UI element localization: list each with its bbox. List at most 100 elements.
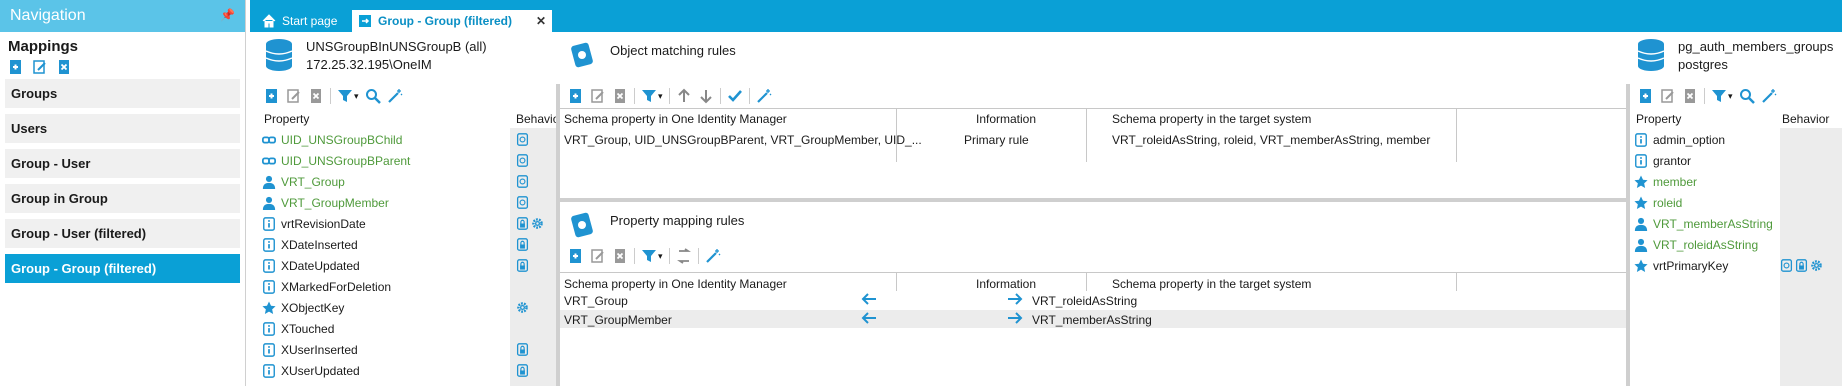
tab-current-label: Group - Group (filtered) — [378, 14, 512, 28]
left-property-row[interactable]: XTouched — [262, 318, 556, 339]
doc-icon — [516, 175, 529, 188]
add-icon[interactable] — [8, 59, 24, 75]
chevron-down-icon[interactable]: ▾ — [1728, 91, 1733, 102]
left-schema-server: 172.25.32.195\OneIM — [306, 57, 432, 72]
nav-item-groups[interactable]: Groups — [5, 79, 240, 108]
right-property-row[interactable]: VRT_memberAsString — [1634, 213, 1842, 234]
toolbar-separator — [330, 88, 331, 104]
magic-wand-icon[interactable] — [1761, 88, 1777, 104]
object-rule-row[interactable]: VRT_Group, UID_UNSGroupBParent, VRT_Grou… — [560, 129, 1626, 150]
chevron-down-icon[interactable]: ▾ — [658, 91, 663, 102]
object-col-info: Information — [976, 112, 1037, 126]
left-property-row[interactable]: vrtRevisionDate — [262, 213, 556, 234]
left-property-row[interactable]: XUserUpdated — [262, 360, 556, 381]
right-property-row[interactable]: vrtPrimaryKey — [1634, 255, 1842, 276]
property-name: XMarkedForDeletion — [281, 279, 392, 294]
arrow-right-icon — [1006, 291, 1024, 310]
property-col-info: Information — [976, 277, 1037, 291]
magic-wand-icon[interactable] — [756, 88, 772, 104]
gear-icon — [1811, 260, 1822, 271]
edit-icon[interactable] — [286, 88, 302, 104]
tab-group-group-filtered[interactable]: Group - Group (filtered) ✕ — [352, 10, 552, 32]
property-col-right: Schema property in the target system — [1112, 277, 1312, 291]
star-icon — [1634, 195, 1648, 209]
left-property-row[interactable]: UID_UNSGroupBChild — [262, 129, 556, 150]
star-icon — [1634, 174, 1648, 188]
navigation-header: Navigation 📌 — [0, 0, 245, 32]
left-property-row[interactable]: XMarkedForDeletion — [262, 276, 556, 297]
arrow-down-icon[interactable] — [698, 88, 714, 104]
left-property-row[interactable]: VRT_Group — [262, 171, 556, 192]
property-name: admin_option — [1653, 132, 1726, 147]
search-icon[interactable] — [1739, 88, 1755, 104]
delete-icon[interactable] — [308, 88, 324, 104]
property-rule-row[interactable]: VRT_GroupMember VRT_memberAsString — [560, 310, 1626, 328]
property-mapping-header: Property mapping rules — [568, 208, 744, 242]
chevron-down-icon[interactable]: ▾ — [354, 91, 359, 102]
arrow-up-icon[interactable] — [676, 88, 692, 104]
add-icon[interactable] — [264, 88, 280, 104]
toolbar-separator — [1704, 88, 1705, 104]
right-schema-server: postgres — [1678, 57, 1728, 72]
add-icon[interactable] — [1638, 88, 1654, 104]
left-property-row[interactable]: XDateInserted — [262, 234, 556, 255]
right-property-row[interactable]: grantor — [1634, 150, 1842, 171]
right-property-row[interactable]: admin_option — [1634, 129, 1842, 150]
right-property-row[interactable]: roleid — [1634, 192, 1842, 213]
filter-icon[interactable] — [641, 248, 657, 264]
arrow-left-icon — [860, 310, 878, 329]
search-icon[interactable] — [365, 88, 381, 104]
right-property-row[interactable]: VRT_roleidAsString — [1634, 234, 1842, 255]
checkmark-icon[interactable] — [727, 88, 743, 104]
behavior-icons — [516, 238, 529, 251]
left-property-row[interactable]: XObjectKey — [262, 297, 556, 318]
grid-divider — [896, 273, 897, 291]
property-name: XUserUpdated — [281, 363, 360, 378]
edit-icon[interactable] — [32, 59, 48, 75]
nav-item-group-group-filtered[interactable]: Group - Group (filtered) — [5, 254, 240, 283]
property-name: vrtRevisionDate — [281, 216, 366, 231]
nav-item-group-in-group[interactable]: Group in Group — [5, 184, 240, 213]
filter-icon[interactable] — [641, 88, 657, 104]
navigation-header-label: Navigation — [10, 7, 86, 24]
add-icon[interactable] — [568, 88, 584, 104]
property-name: XObjectKey — [281, 300, 345, 315]
filter-icon[interactable] — [1711, 88, 1727, 104]
right-property-row[interactable]: member — [1634, 171, 1842, 192]
middle-splitter[interactable] — [560, 198, 1626, 202]
delete-icon[interactable] — [612, 248, 628, 264]
doc-icon — [516, 133, 529, 146]
nav-item-users[interactable]: Users — [5, 114, 240, 143]
refresh-mapping-icon[interactable] — [676, 248, 692, 264]
left-schema-header: UNSGroupBInUNSGroupB (all) 172.25.32.195… — [264, 38, 487, 74]
property-rule-row[interactable]: VRT_Group VRT_roleidAsString — [560, 291, 1626, 309]
grid-divider — [1456, 273, 1457, 291]
close-tab-icon[interactable]: ✕ — [536, 14, 546, 28]
edit-icon[interactable] — [590, 248, 606, 264]
pin-icon[interactable]: 📌 — [220, 8, 235, 22]
left-property-row[interactable]: XDateUpdated — [262, 255, 556, 276]
delete-icon[interactable] — [612, 88, 628, 104]
delete-icon[interactable] — [56, 59, 72, 75]
behavior-icons — [1780, 259, 1823, 272]
left-property-row[interactable]: VRT_GroupMember — [262, 192, 556, 213]
mapping-list: Groups Users Group - User Group in Group Gro… — [0, 79, 245, 283]
nav-item-group-user[interactable]: Group - User — [5, 149, 240, 178]
filter-icon[interactable] — [337, 88, 353, 104]
chevron-down-icon[interactable]: ▾ — [658, 251, 663, 262]
delete-icon[interactable] — [1682, 88, 1698, 104]
magic-wand-icon[interactable] — [705, 248, 721, 264]
tab-bar: Start page Group - Group (filtered) ✕ — [250, 0, 1842, 32]
magic-wand-icon[interactable] — [387, 88, 403, 104]
edit-icon[interactable] — [590, 88, 606, 104]
info-icon — [263, 342, 275, 357]
person-icon — [1634, 217, 1648, 231]
left-property-row[interactable]: XUserInserted — [262, 339, 556, 360]
tab-start-page[interactable]: Start page — [256, 10, 343, 32]
arrow-right-icon — [1006, 310, 1024, 329]
nav-item-group-user-filtered[interactable]: Group - User (filtered) — [5, 219, 240, 248]
property-name: VRT_GroupMember — [281, 195, 389, 210]
add-icon[interactable] — [568, 248, 584, 264]
edit-icon[interactable] — [1660, 88, 1676, 104]
left-property-row[interactable]: UID_UNSGroupBParent — [262, 150, 556, 171]
